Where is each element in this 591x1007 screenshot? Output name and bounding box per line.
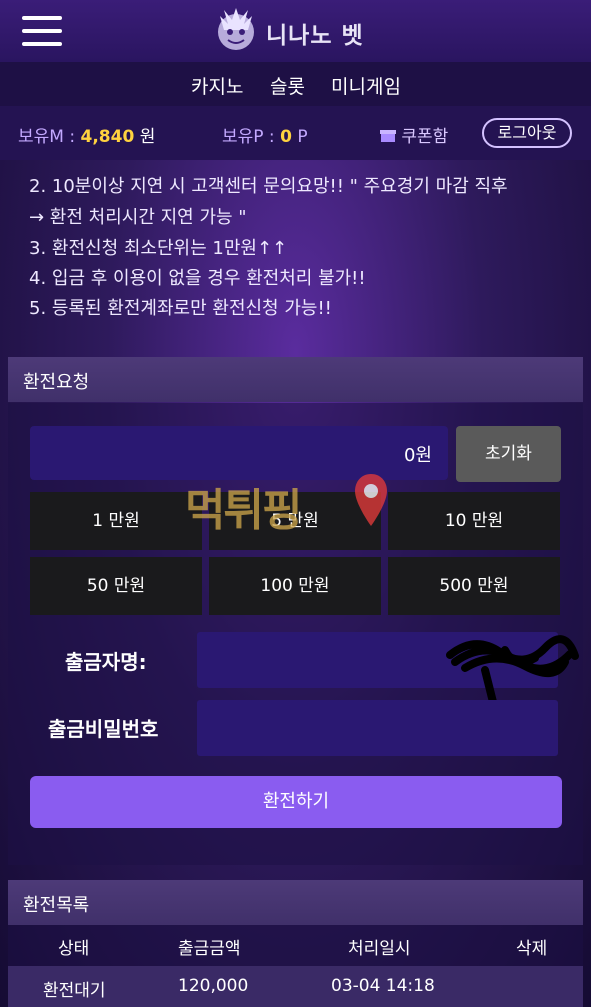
point-balance: 보유P : 0 P bbox=[222, 127, 308, 147]
amount-button-50[interactable]: 50 만원 bbox=[30, 557, 202, 615]
password-label: 출금비밀번호 bbox=[48, 717, 159, 741]
point-value: 0 bbox=[280, 127, 292, 147]
withdraw-header: 환전요청 bbox=[8, 357, 583, 402]
password-field[interactable] bbox=[197, 700, 558, 756]
money-value: 4,840 bbox=[80, 127, 135, 147]
withdraw-title: 환전요청 bbox=[23, 372, 90, 393]
nav-casino[interactable]: 카지노 bbox=[191, 72, 243, 99]
coupon-box-icon bbox=[380, 130, 396, 142]
nav-slot[interactable]: 슬롯 bbox=[270, 72, 305, 99]
redaction-scribble bbox=[446, 635, 579, 706]
location-pin-icon bbox=[355, 474, 387, 526]
hamburger-menu-icon[interactable] bbox=[22, 12, 62, 50]
history-header: 환전목록 bbox=[8, 880, 583, 925]
amount-button-10[interactable]: 10 만원 bbox=[388, 492, 560, 550]
row-status: 환전대기 bbox=[43, 981, 106, 1001]
watermark: 먹튀핑 bbox=[185, 470, 405, 536]
top-bar: 니나노 벳 bbox=[0, 0, 591, 62]
amount-button-1[interactable]: 1 만원 bbox=[30, 492, 202, 550]
main-nav: 카지노 슬롯 미니게임 bbox=[0, 62, 591, 106]
notice-line: 3. 환전신청 최소단위는 1만원↑↑ bbox=[29, 238, 288, 259]
row-amount: 120,000 bbox=[178, 976, 249, 996]
withdraw-notice: 2. 10분이상 지연 시 고객센터 문의요망!! " 주요경기 마감 직후 →… bbox=[8, 160, 583, 342]
notice-line: 2. 10분이상 지연 시 고객센터 문의요망!! " 주요경기 마감 직후 bbox=[29, 176, 508, 197]
notice-line: 4. 입금 후 이용이 없을 경우 환전처리 불가!! bbox=[29, 268, 366, 289]
money-balance: 보유M : 4,840 원 bbox=[18, 127, 156, 147]
column-header: 출금금액 bbox=[178, 939, 241, 959]
name-label: 출금자명: bbox=[65, 650, 147, 674]
amount-button-500[interactable]: 500 만원 bbox=[388, 557, 560, 615]
brand-name: 니나노 벳 bbox=[266, 23, 364, 49]
reset-button[interactable]: 초기화 bbox=[456, 426, 561, 482]
coupon-link[interactable]: 쿠폰함 bbox=[380, 122, 448, 147]
watermark-text: 먹튀핑 bbox=[185, 485, 302, 536]
column-header: 상태 bbox=[58, 939, 90, 959]
logout-button[interactable]: 로그아웃 bbox=[482, 118, 572, 148]
withdraw-submit-button[interactable]: 환전하기 bbox=[30, 776, 562, 828]
column-header: 처리일시 bbox=[348, 939, 411, 959]
history-title: 환전목록 bbox=[23, 895, 90, 916]
nav-minigame[interactable]: 미니게임 bbox=[331, 72, 401, 99]
column-header: 삭제 bbox=[516, 939, 548, 959]
amount-button-100[interactable]: 100 만원 bbox=[209, 557, 381, 615]
notice-line: → 환전 처리시간 지연 가능 " bbox=[29, 207, 247, 228]
dragon-emblem-icon bbox=[218, 8, 254, 50]
notice-line: 5. 등록된 환전계좌로만 환전신청 가능!! bbox=[29, 298, 332, 319]
row-date: 03-04 14:18 bbox=[331, 976, 435, 996]
brand-logo[interactable]: 니나노 벳 bbox=[210, 6, 385, 54]
amount-value: 0원 bbox=[403, 445, 432, 466]
